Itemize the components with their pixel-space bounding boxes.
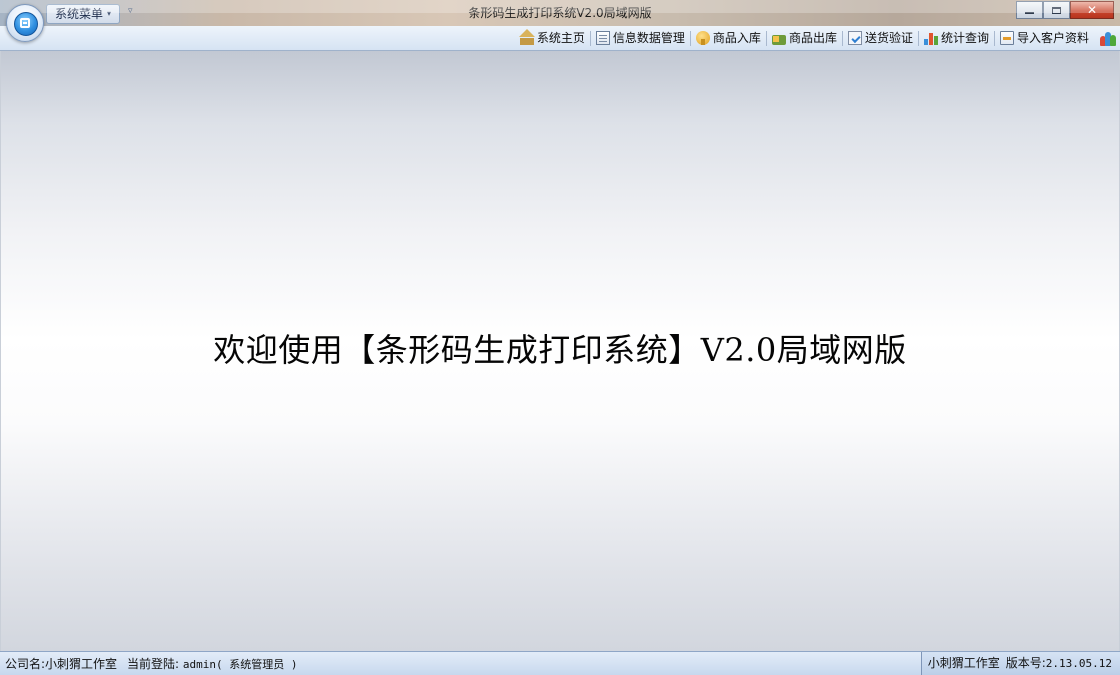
stock-in-icon [695, 31, 710, 45]
close-button[interactable]: ✕ [1070, 1, 1114, 19]
window-title: 条形码生成打印系统V2.0局域网版 [468, 6, 652, 20]
toolbar-stock-in-button[interactable]: 商品入库 [691, 29, 766, 47]
welcome-message: 欢迎使用【条形码生成打印系统】V2.0局域网版 [213, 331, 907, 369]
verify-icon [847, 31, 862, 45]
toolbar-import-customers-button[interactable]: 导入客户资料 [995, 29, 1094, 47]
status-bar: 公司名:小刺猬工作室 当前登陆: admin( 系统管理员 ) 小刺猬工作室 版… [0, 651, 1120, 675]
toolbar-import-customers-label: 导入客户资料 [1016, 31, 1089, 45]
stock-out-icon [771, 35, 786, 45]
status-right-panel: 小刺猬工作室 版本号:2.13.05.12 [920, 652, 1120, 675]
version-info: 版本号:2.13.05.12 [1006, 652, 1112, 675]
close-icon: ✕ [1086, 3, 1098, 17]
maximize-icon [1052, 6, 1061, 14]
toolbar-stock-out-button[interactable]: 商品出库 [767, 29, 842, 47]
version-value: 2.13.05.12 [1045, 657, 1112, 670]
main-content-area: 欢迎使用【条形码生成打印系统】V2.0局域网版 [1, 51, 1119, 651]
toolbar-stock-in-label: 商品入库 [712, 31, 761, 45]
main-toolbar: 系统主页 信息数据管理 商品入库 商品出库 送货验证 统计查询 导入客户资料 [0, 26, 1120, 51]
current-login-label: 当前登陆: [127, 657, 180, 671]
toolbar-home-button[interactable]: 系统主页 [515, 29, 590, 47]
toolbar-data-management-button[interactable]: 信息数据管理 [591, 29, 690, 47]
toolbar-data-management-label: 信息数据管理 [612, 31, 685, 45]
toolbar-home-label: 系统主页 [536, 31, 585, 45]
company-name-text: 公司名:小刺猬工作室 [5, 657, 118, 671]
app-orb-icon [14, 12, 38, 36]
window-controls: ✕ [1016, 1, 1114, 19]
home-icon [518, 29, 535, 45]
status-left: 公司名:小刺猬工作室 当前登陆: admin( 系统管理员 ) [5, 655, 298, 672]
app-orb-button[interactable] [6, 4, 44, 42]
toolbar-delivery-verify-label: 送货验证 [864, 31, 913, 45]
toolbar-statistics-button[interactable]: 统计查询 [919, 29, 994, 47]
statistics-icon [923, 31, 938, 45]
version-label: 版本号: [1005, 656, 1046, 670]
studio-name-text: 小刺猬工作室 [927, 656, 1000, 670]
title-bar[interactable]: 系统菜单 ▾ ▿ 条形码生成打印系统V2.0局域网版 ✕ [0, 0, 1120, 42]
window-glyph-icon [20, 18, 30, 28]
minimize-icon [1025, 12, 1034, 14]
maximize-button[interactable] [1043, 1, 1070, 19]
data-form-icon [595, 31, 610, 45]
toolbar-statistics-label: 统计查询 [940, 31, 989, 45]
current-login-value: admin( 系统管理员 ) [182, 658, 298, 671]
import-icon [999, 31, 1014, 45]
current-login: 当前登陆: admin( 系统管理员 ) [127, 655, 297, 672]
app-window: 系统菜单 ▾ ▿ 条形码生成打印系统V2.0局域网版 ✕ 系统主页 信息数据管理… [0, 0, 1120, 675]
toolbar-items: 系统主页 信息数据管理 商品入库 商品出库 送货验证 统计查询 导入客户资料 [515, 29, 1116, 47]
toolbar-stock-out-label: 商品出库 [788, 31, 837, 45]
minimize-button[interactable] [1016, 1, 1043, 19]
toolbar-delivery-verify-button[interactable]: 送货验证 [843, 29, 918, 47]
users-icon[interactable] [1100, 30, 1116, 46]
